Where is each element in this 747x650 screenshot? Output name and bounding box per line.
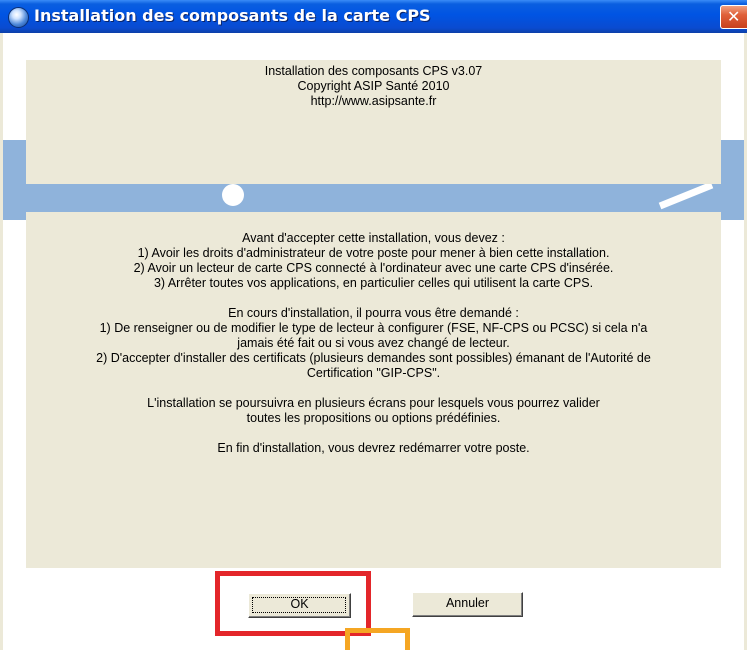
instructions-panel: Avant d'accepter cette installation, vou… (26, 212, 721, 568)
cancel-button-label: Annuler (445, 596, 490, 610)
prerequisite-item: 1) Avoir les droits d'administrateur de … (137, 246, 610, 260)
during-install-line: 1) De renseigner ou de modifier le type … (99, 321, 648, 335)
prerequisites-title: Avant d'accepter cette installation, vou… (242, 231, 505, 245)
product-version: Installation des composants CPS v3.07 (264, 64, 483, 78)
website-url: http://www.asipsante.fr (310, 94, 437, 108)
highlight-box-red (215, 571, 371, 636)
during-install-line: Certification "GIP-CPS". (306, 366, 441, 380)
copyright: Copyright ASIP Santé 2010 (297, 79, 450, 93)
close-button[interactable]: ✕ (720, 5, 747, 29)
window-title: Installation des composants de la carte … (34, 6, 431, 25)
continue-info: L'installation se poursuivra en plusieur… (147, 396, 600, 410)
installer-dialog: Installation des composants de la carte … (0, 0, 747, 650)
cancel-button[interactable]: Annuler (412, 592, 523, 617)
during-install-title: En cours d'installation, il pourra vous … (228, 306, 519, 320)
header-panel: Installation des composants CPS v3.07 Co… (26, 60, 721, 184)
during-install-line: jamais été fait ou si vous avez changé d… (237, 336, 510, 350)
restart-notice: En fin d'installation, vous devrez redém… (217, 441, 530, 455)
continue-info: toutes les propositions ou options prédé… (246, 411, 501, 425)
prerequisite-item: 3) Arrêter toutes vos applications, en p… (153, 276, 594, 290)
highlight-box-orange (345, 628, 410, 650)
during-install-line: 2) D'accepter d'installer des certificat… (96, 351, 651, 365)
globe-icon (8, 7, 29, 28)
close-icon: ✕ (727, 7, 741, 26)
prerequisite-item: 2) Avoir un lecteur de carte CPS connect… (133, 261, 614, 275)
title-bar[interactable]: Installation des composants de la carte … (0, 0, 747, 33)
decorative-dot (222, 184, 244, 206)
